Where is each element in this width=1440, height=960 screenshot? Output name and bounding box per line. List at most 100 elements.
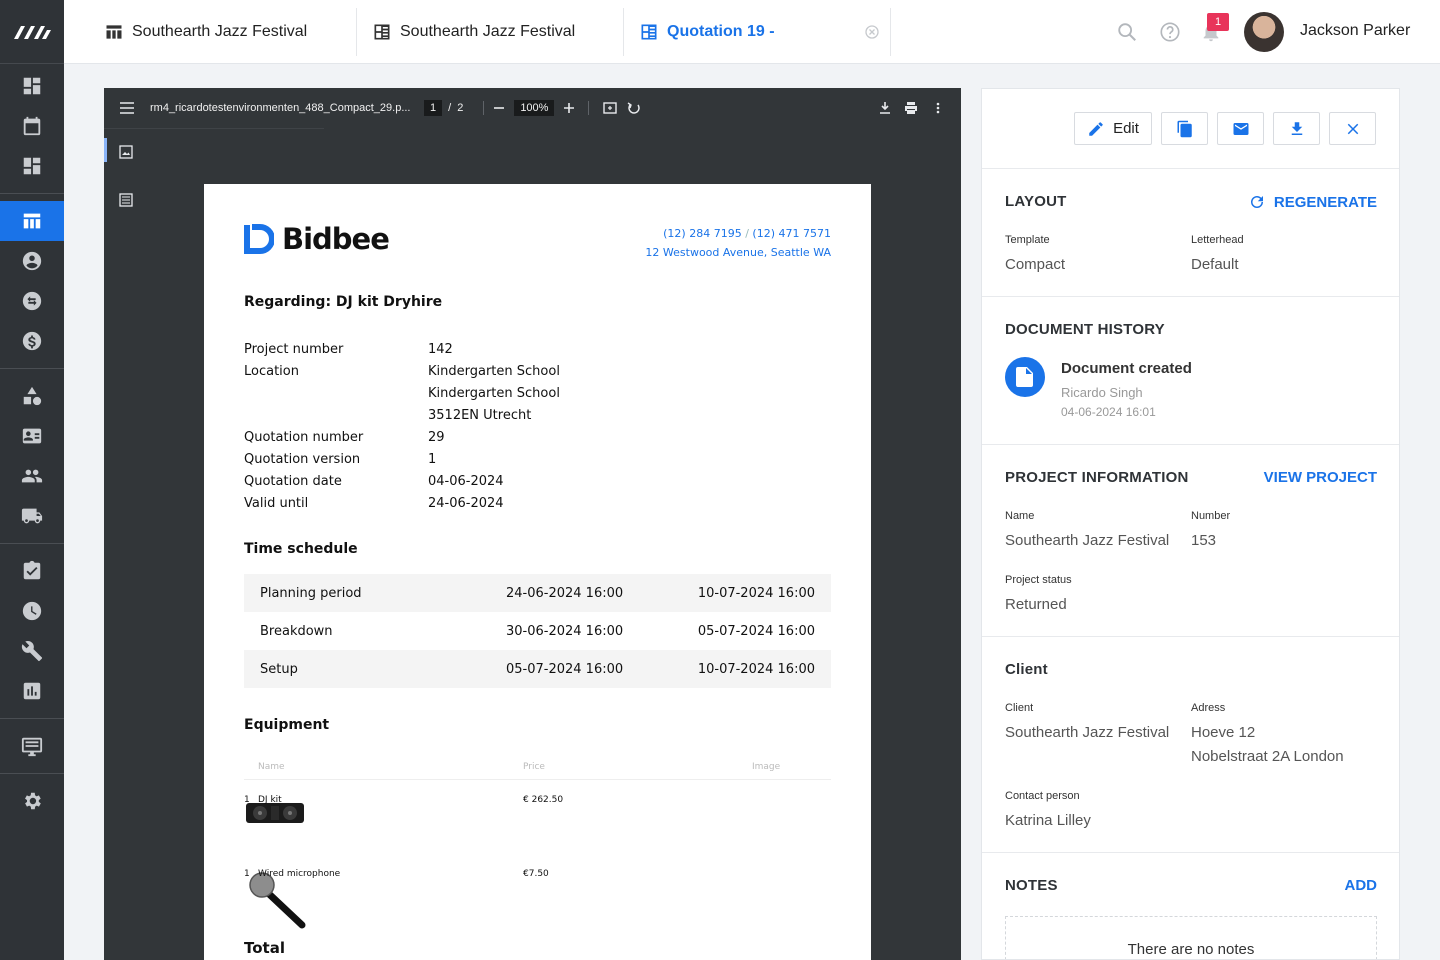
- close-button[interactable]: [1329, 112, 1376, 145]
- sidebar: [0, 0, 64, 960]
- more-icon[interactable]: [936, 102, 940, 114]
- calendar-icon[interactable]: [0, 106, 64, 146]
- user-name[interactable]: Jackson Parker: [1300, 22, 1410, 40]
- top-bar: Southearth Jazz Festival Southearth Jazz…: [64, 0, 1440, 64]
- client-value: Southearth Jazz Festival: [1005, 724, 1170, 741]
- tab-label: Southearth Jazz Festival: [400, 23, 576, 40]
- finance-icon[interactable]: [0, 321, 64, 361]
- letterhead-label: Letterhead: [1191, 234, 1244, 246]
- outline-icon[interactable]: [119, 193, 133, 207]
- fit-page-icon[interactable]: [603, 102, 618, 114]
- rotate-icon[interactable]: [627, 101, 641, 115]
- project-status-label: Project status: [1005, 574, 1072, 586]
- field-value: 04-06-2024: [428, 474, 504, 489]
- section-title: LAYOUT: [1005, 193, 1067, 210]
- equipment-heading: Equipment: [244, 717, 330, 733]
- field-value: Kindergarten School: [428, 386, 560, 401]
- address-line-2: Nobelstraat 2A London: [1191, 748, 1344, 765]
- clock-icon[interactable]: [0, 591, 64, 631]
- tasks-icon[interactable]: [0, 551, 64, 591]
- regenerate-button[interactable]: REGENERATE: [1248, 193, 1377, 211]
- quotation-icon: [641, 24, 657, 40]
- notes-section: NOTES ADD There are no notes: [982, 853, 1399, 959]
- dashboard-icon[interactable]: [0, 66, 64, 106]
- crew-card-icon[interactable]: [0, 416, 64, 456]
- project-status-value: Returned: [1005, 596, 1067, 613]
- avatar[interactable]: [1244, 12, 1284, 52]
- contact-person-label: Contact person: [1005, 790, 1080, 802]
- schedule-end: 10-07-2024 16:00: [697, 585, 815, 601]
- equipment-row: 1 Wired microphone €7.50: [244, 869, 831, 936]
- pdf-toolbar: rm4_ricardotestenvironmenten_488_Compact…: [104, 88, 961, 128]
- item-name: Wired microphone: [258, 869, 341, 879]
- zoom-level[interactable]: 100%: [514, 100, 555, 116]
- pencil-icon: [1089, 121, 1103, 136]
- truck-icon[interactable]: [0, 496, 64, 536]
- schedule-end: 05-07-2024 16:00: [697, 623, 815, 639]
- view-project-link[interactable]: VIEW PROJECT: [1264, 469, 1377, 486]
- settings-gear-icon[interactable]: [0, 781, 64, 821]
- search-icon[interactable]: [1116, 21, 1138, 43]
- tab-quotation[interactable]: Quotation 19 -: [639, 0, 775, 64]
- copy-icon: [1177, 120, 1192, 137]
- project-name-value: Southearth Jazz Festival: [1005, 532, 1170, 549]
- field-label: Project number: [244, 342, 344, 357]
- zoom-in-icon[interactable]: [564, 103, 575, 113]
- field-value: 29: [428, 430, 445, 445]
- file-icon: [1016, 367, 1033, 387]
- field-label: Quotation number: [244, 430, 364, 445]
- tab-project-details[interactable]: Southearth Jazz Festival: [372, 0, 575, 64]
- equipment-header: Name Price Image: [244, 758, 831, 780]
- client-label: Client: [1005, 702, 1034, 714]
- project-number-value: 153: [1191, 532, 1217, 549]
- monitor-icon[interactable]: [0, 726, 64, 766]
- schedule-phase: Breakdown: [260, 623, 333, 639]
- table-row: Planning period 24-06-2024 16:00 10-07-202…: [244, 574, 831, 612]
- page-separator: /: [448, 102, 452, 114]
- page-number-input[interactable]: 1: [424, 100, 443, 116]
- schedule-start: 05-07-2024 16:00: [506, 661, 624, 677]
- company-address: 12 Westwood Avenue, Seattle WA: [645, 246, 831, 259]
- phone-separator: /: [745, 227, 749, 240]
- field-value: 142: [428, 342, 453, 357]
- panel-toolbar: Edit: [982, 89, 1399, 169]
- download-button[interactable]: [1273, 112, 1320, 145]
- duplicate-button[interactable]: [1161, 112, 1208, 145]
- table-icon: [106, 25, 122, 39]
- section-title: Client: [1005, 661, 1048, 678]
- thumbnails-icon[interactable]: [119, 145, 133, 159]
- add-note-button[interactable]: ADD: [1345, 877, 1378, 894]
- app-logo[interactable]: [0, 0, 64, 64]
- download-pdf-icon[interactable]: [879, 102, 891, 114]
- history-user: Ricardo Singh: [1061, 385, 1143, 400]
- projects-icon[interactable]: [0, 201, 64, 241]
- field-label: Valid until: [244, 496, 309, 511]
- phone-1: (12) 284 7195: [663, 227, 742, 240]
- zoom-out-icon[interactable]: [494, 103, 505, 113]
- col-name: Name: [258, 762, 285, 772]
- item-qty: 1: [244, 869, 250, 879]
- table-row: Setup 05-07-2024 16:00 10-07-2024 16:00: [244, 650, 831, 688]
- transfers-icon[interactable]: [0, 281, 64, 321]
- edit-button[interactable]: Edit: [1074, 112, 1152, 145]
- page-count: 2: [457, 102, 464, 114]
- field-label: Quotation date: [244, 474, 342, 489]
- email-button[interactable]: [1217, 112, 1264, 145]
- print-icon[interactable]: [904, 102, 918, 114]
- wrench-icon[interactable]: [0, 631, 64, 671]
- people-icon[interactable]: [0, 456, 64, 496]
- menu-icon[interactable]: [120, 102, 134, 114]
- contacts-icon[interactable]: [0, 241, 64, 281]
- field-label: Quotation version: [244, 452, 361, 467]
- reports-icon[interactable]: [0, 671, 64, 711]
- empty-notes-text: There are no notes: [1127, 941, 1255, 958]
- widgets-icon[interactable]: [0, 146, 64, 186]
- help-icon[interactable]: [1159, 21, 1181, 43]
- phone-2: (12) 471 7571: [752, 227, 831, 240]
- close-tab-icon[interactable]: [865, 25, 879, 39]
- section-title: NOTES: [1005, 877, 1058, 894]
- project-number-label: Number: [1191, 510, 1231, 522]
- col-price: Price: [523, 762, 545, 772]
- inventory-icon[interactable]: [0, 376, 64, 416]
- tab-project[interactable]: Southearth Jazz Festival: [104, 0, 307, 64]
